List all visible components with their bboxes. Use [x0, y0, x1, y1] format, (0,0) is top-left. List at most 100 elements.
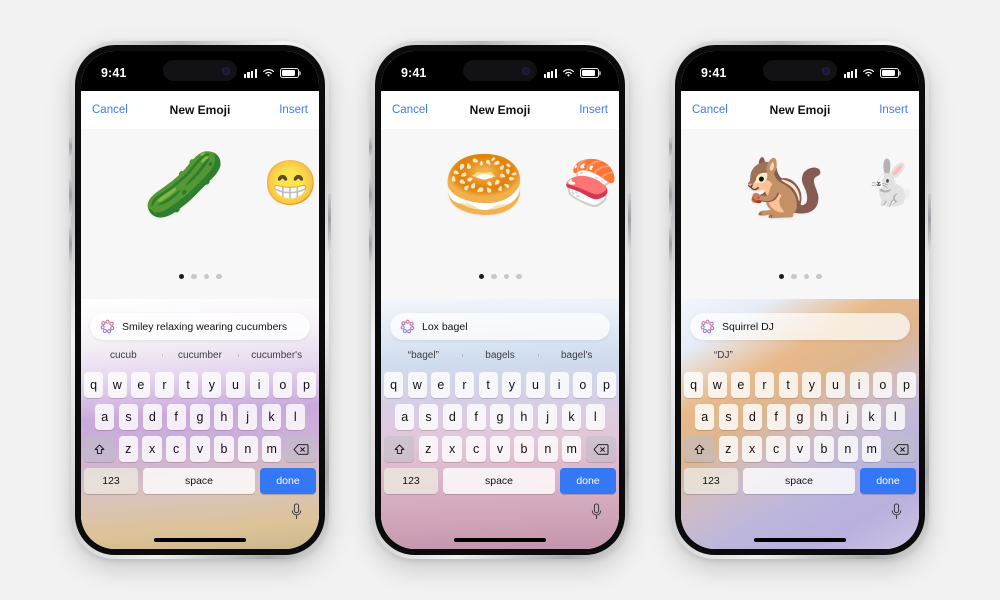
key-q[interactable]: q	[683, 372, 704, 398]
backspace-key[interactable]	[285, 436, 316, 462]
suggestion-2[interactable]: cucumber	[161, 350, 239, 361]
numbers-key[interactable]: 123	[384, 468, 438, 494]
key-t[interactable]: t	[178, 372, 198, 398]
key-w[interactable]: w	[407, 372, 427, 398]
shift-key[interactable]	[84, 436, 115, 462]
key-d[interactable]: d	[742, 404, 762, 430]
on-screen-keyboard[interactable]: qwertyuiop asdfghjkl zxcvbnm 123 space d…	[681, 368, 919, 494]
key-z[interactable]: z	[718, 436, 738, 462]
microphone-icon[interactable]	[590, 503, 603, 520]
insert-button[interactable]: Insert	[279, 104, 308, 116]
numbers-key[interactable]: 123	[684, 468, 738, 494]
key-g[interactable]: g	[490, 404, 510, 430]
volume-down-button[interactable]	[69, 227, 72, 265]
numbers-key[interactable]: 123	[84, 468, 138, 494]
volume-up-button[interactable]	[669, 178, 672, 216]
key-x[interactable]: x	[742, 436, 762, 462]
volume-up-button[interactable]	[369, 178, 372, 216]
page-dot-4[interactable]	[516, 273, 522, 279]
key-k[interactable]: k	[561, 404, 582, 430]
emoji-preview-area[interactable]: 🥒 😁	[81, 129, 319, 299]
key-y[interactable]: y	[502, 372, 522, 398]
key-r[interactable]: r	[754, 372, 775, 398]
key-l[interactable]: l	[285, 404, 305, 430]
key-o[interactable]: o	[573, 372, 593, 398]
key-i[interactable]: i	[849, 372, 869, 398]
key-c[interactable]: c	[466, 436, 486, 462]
key-c[interactable]: c	[166, 436, 186, 462]
done-key[interactable]: done	[260, 468, 316, 494]
autocorrect-suggestion-bar[interactable]: “bagel” bagels bagel's	[381, 343, 619, 368]
page-dot-2[interactable]	[791, 273, 797, 279]
page-dots[interactable]	[681, 273, 919, 279]
key-g[interactable]: g	[190, 404, 210, 430]
insert-button[interactable]: Insert	[879, 104, 908, 116]
page-dot-2[interactable]	[491, 273, 497, 279]
space-key[interactable]: space	[143, 468, 255, 494]
key-y[interactable]: y	[202, 372, 222, 398]
power-button[interactable]	[328, 193, 331, 251]
key-l[interactable]: l	[585, 404, 605, 430]
key-p[interactable]: p	[296, 372, 317, 398]
key-r[interactable]: r	[454, 372, 475, 398]
key-u[interactable]: u	[825, 372, 846, 398]
home-indicator[interactable]	[454, 538, 546, 542]
backspace-key[interactable]	[585, 436, 616, 462]
key-s[interactable]: s	[718, 404, 739, 430]
generated-emoji-primary[interactable]: 🥒	[143, 151, 225, 217]
key-l[interactable]: l	[885, 404, 905, 430]
key-f[interactable]: f	[466, 404, 486, 430]
key-d[interactable]: d	[442, 404, 462, 430]
key-w[interactable]: w	[707, 372, 727, 398]
insert-button[interactable]: Insert	[579, 104, 608, 116]
page-dots[interactable]	[81, 273, 319, 279]
generated-emoji-next[interactable]: 😁	[263, 162, 318, 206]
key-z[interactable]: z	[118, 436, 138, 462]
key-j[interactable]: j	[537, 404, 558, 430]
key-h[interactable]: h	[814, 404, 834, 430]
done-key[interactable]: done	[860, 468, 916, 494]
genmoji-prompt-field[interactable]: Squirrel DJ	[690, 313, 910, 340]
on-screen-keyboard[interactable]: qwertyuiop asdfghjkl zxcvbnm 123 space d…	[81, 368, 319, 494]
power-button[interactable]	[928, 193, 931, 251]
page-dot-4[interactable]	[216, 273, 222, 279]
cancel-button[interactable]: Cancel	[692, 104, 728, 116]
key-f[interactable]: f	[766, 404, 786, 430]
volume-up-button[interactable]	[69, 178, 72, 216]
suggestion-3[interactable]: bagel's	[538, 350, 615, 361]
key-x[interactable]: x	[142, 436, 162, 462]
key-y[interactable]: y	[802, 372, 822, 398]
cancel-button[interactable]: Cancel	[92, 104, 128, 116]
key-q[interactable]: q	[383, 372, 404, 398]
microphone-icon[interactable]	[290, 503, 303, 520]
autocorrect-suggestion-bar[interactable]: cucub cucumber cucumber's	[81, 343, 319, 368]
key-b[interactable]: b	[814, 436, 834, 462]
suggestion-1[interactable]: “bagel”	[385, 350, 462, 361]
key-n[interactable]: n	[538, 436, 558, 462]
volume-down-button[interactable]	[669, 227, 672, 265]
key-a[interactable]: a	[95, 404, 115, 430]
key-c[interactable]: c	[766, 436, 786, 462]
key-b[interactable]: b	[214, 436, 234, 462]
done-key[interactable]: done	[560, 468, 616, 494]
autocorrect-suggestion-bar[interactable]: “DJ”	[681, 343, 919, 368]
page-dot-1[interactable]	[478, 273, 484, 279]
key-p[interactable]: p	[596, 372, 617, 398]
suggestion-2[interactable]: bagels	[461, 350, 539, 361]
page-dot-1[interactable]	[778, 273, 784, 279]
key-h[interactable]: h	[214, 404, 234, 430]
genmoji-prompt-field[interactable]: Lox bagel	[390, 313, 610, 340]
home-indicator[interactable]	[154, 538, 246, 542]
key-k[interactable]: k	[261, 404, 282, 430]
on-screen-keyboard[interactable]: qwertyuiop asdfghjkl zxcvbnm 123 space d…	[381, 368, 619, 494]
key-k[interactable]: k	[861, 404, 882, 430]
page-dot-3[interactable]	[203, 273, 209, 279]
key-i[interactable]: i	[549, 372, 569, 398]
silence-switch[interactable]	[69, 137, 72, 159]
key-d[interactable]: d	[142, 404, 162, 430]
key-a[interactable]: a	[695, 404, 715, 430]
emoji-carousel[interactable]: 🥒 😁	[81, 151, 318, 217]
key-i[interactable]: i	[249, 372, 269, 398]
key-q[interactable]: q	[83, 372, 104, 398]
microphone-icon[interactable]	[890, 503, 903, 520]
